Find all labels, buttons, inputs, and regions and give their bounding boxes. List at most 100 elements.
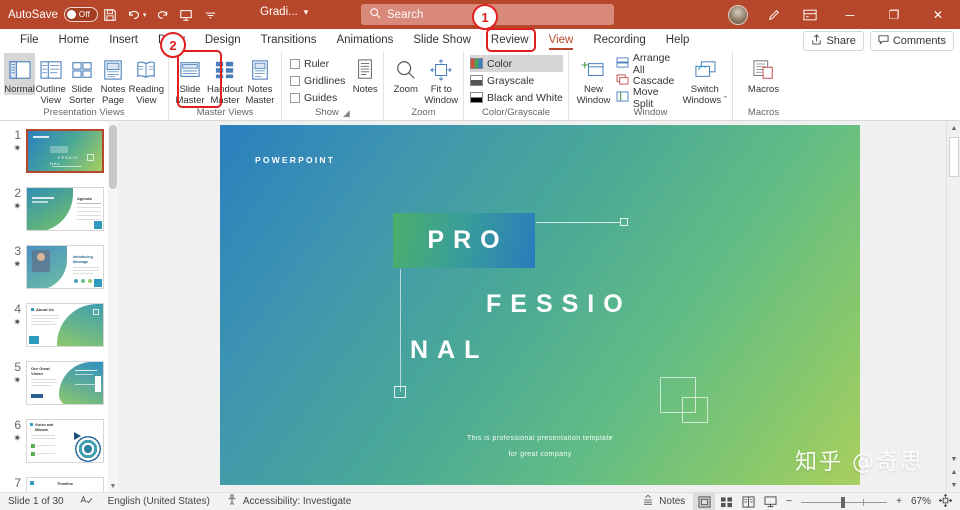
thumbnail-scrollbar[interactable]: ▲ ▼: [108, 121, 118, 492]
thumbnail-number: 3 ✷: [0, 245, 26, 289]
thumbnail-preview[interactable]: About Us: [26, 303, 104, 347]
notes-master-button[interactable]: Notes Master: [243, 53, 277, 106]
slide-counter[interactable]: Slide 1 of 30: [0, 493, 72, 510]
zoom-slider-handle[interactable]: [841, 496, 846, 508]
thumbnail-number-text: 1: [14, 128, 21, 142]
zoom-in-button[interactable]: +: [891, 493, 907, 510]
thumbnail-item-7[interactable]: 7 Timeline: [0, 477, 118, 492]
notes-page-button[interactable]: Notes Page: [97, 53, 128, 106]
normal-view-status-button[interactable]: [693, 492, 716, 510]
autosave-toggle[interactable]: Off: [63, 7, 98, 22]
gridlines-checkbox[interactable]: Gridlines: [290, 72, 345, 89]
vertical-scrollbar-thumb[interactable]: [949, 137, 959, 177]
thumbnail-item-6[interactable]: 6 ✷ Vision and Mission: [0, 419, 118, 463]
undo-icon[interactable]: ▾: [122, 3, 151, 27]
comments-button[interactable]: Comments: [869, 31, 954, 51]
thumbnail-preview[interactable]: Our Great Vision: [26, 361, 104, 405]
slide-sorter-button[interactable]: Slide Sorter: [66, 53, 97, 106]
redo-icon[interactable]: [150, 3, 174, 27]
slide-title-part3[interactable]: NAL: [410, 336, 488, 365]
dialog-launcher-icon[interactable]: ◢: [343, 106, 350, 120]
move-split-button[interactable]: Move Split: [616, 86, 680, 110]
tab-slide-show[interactable]: Slide Show: [403, 29, 481, 51]
tab-recording[interactable]: Recording: [583, 29, 655, 51]
language-status[interactable]: English (United States): [100, 493, 218, 510]
spellcheck-status[interactable]: [72, 493, 100, 510]
customize-qat-icon[interactable]: [198, 3, 222, 27]
chevron-down-icon[interactable]: ˇ: [724, 95, 727, 106]
tab-animations[interactable]: Animations: [326, 29, 403, 51]
zoom-button[interactable]: Zoom: [388, 53, 424, 95]
normal-view-button[interactable]: Normal: [4, 53, 36, 95]
slideshow-status-button[interactable]: [759, 493, 781, 510]
thumbnail-preview[interactable]: Agenda: [26, 187, 104, 231]
new-window-button[interactable]: New Window: [573, 53, 614, 106]
next-slide-button[interactable]: ▼: [947, 478, 960, 492]
ruler-checkbox[interactable]: Ruler: [290, 55, 345, 72]
thumbnail-preview[interactable]: Vision and Mission: [26, 419, 104, 463]
accessibility-status[interactable]: Accessibility: Investigate: [218, 493, 359, 510]
color-option[interactable]: Color: [470, 55, 563, 72]
previous-slide-button[interactable]: ▲: [947, 465, 960, 479]
slide-eyebrow-text[interactable]: POWERPOINT: [255, 155, 335, 165]
slide-title-accent-box[interactable]: PRO: [393, 213, 535, 268]
grayscale-option[interactable]: Grayscale: [470, 72, 563, 89]
zoom-out-button[interactable]: −: [781, 493, 797, 510]
tab-file[interactable]: File: [10, 29, 49, 51]
switch-windows-button[interactable]: Switch Windows ˇ: [682, 53, 729, 106]
watermark-text: 知乎 @奇思: [795, 450, 924, 475]
thumbnail-preview[interactable]: FESSIO NAL: [26, 129, 104, 173]
tab-help[interactable]: Help: [656, 29, 700, 51]
maximize-button[interactable]: ❐: [872, 0, 916, 29]
reading-view-button[interactable]: Reading View: [129, 53, 164, 106]
slide-title-part2[interactable]: FESSIO: [486, 290, 632, 319]
arrange-all-button[interactable]: Arrange All: [616, 52, 680, 76]
thumbnail-item-5[interactable]: 5 ✷ Our Great Vision: [0, 361, 118, 405]
scroll-down-arrow-icon[interactable]: ▼: [947, 452, 960, 466]
thumbnail-preview[interactable]: Timeline: [26, 477, 104, 492]
tab-transitions[interactable]: Transitions: [251, 29, 327, 51]
slide-vertical-scrollbar[interactable]: ▲ ▼ ▲ ▼: [946, 121, 960, 492]
thumbnail-scrollbar-thumb[interactable]: [109, 125, 117, 189]
tab-design[interactable]: Design: [195, 29, 251, 51]
thumbnail-preview[interactable]: Introducing Message: [26, 245, 104, 289]
ribbon-display-options-icon[interactable]: [792, 0, 828, 29]
scroll-down-arrow-icon[interactable]: ▼: [108, 480, 118, 492]
show-checkbox-list: Ruler Gridlines Guides: [290, 53, 345, 106]
grayscale-label: Grayscale: [487, 74, 535, 87]
title-bar-right: ─ ❐ ✕: [720, 0, 960, 29]
slide-canvas[interactable]: POWERPOINT PRO FESSIO NAL This is profes…: [220, 125, 860, 485]
thumbnail-item-1[interactable]: 1 ✷ FESSIO NAL: [0, 129, 118, 173]
pen-icon[interactable]: [756, 0, 792, 29]
share-button[interactable]: Share: [803, 31, 864, 51]
reading-view-status-button[interactable]: [737, 493, 759, 510]
close-button[interactable]: ✕: [916, 0, 960, 29]
slide-thumbnail-pane[interactable]: 1 ✷ FESSIO NAL 2 ✷ Agenda 3 ✷ Introducin…: [0, 121, 118, 492]
thumbnail-item-4[interactable]: 4 ✷ About Us: [0, 303, 118, 347]
macros-button[interactable]: Macros: [739, 53, 789, 95]
user-avatar[interactable]: [720, 0, 756, 29]
chevron-down-icon[interactable]: ▾: [304, 7, 309, 18]
guides-checkbox[interactable]: Guides: [290, 89, 345, 106]
notes-toggle[interactable]: Notes: [634, 493, 693, 510]
tab-home[interactable]: Home: [49, 29, 100, 51]
thumbnail-item-3[interactable]: 3 ✷ Introducing Message: [0, 245, 118, 289]
outline-view-button[interactable]: Outline View: [35, 53, 66, 106]
start-presentation-icon[interactable]: [174, 3, 198, 27]
zoom-level[interactable]: 67%: [907, 493, 935, 510]
slide-sorter-status-button[interactable]: [715, 493, 737, 510]
fit-slide-button[interactable]: [935, 493, 956, 510]
tab-insert[interactable]: Insert: [99, 29, 148, 51]
document-name[interactable]: Gradi... ▾: [260, 6, 308, 18]
slide-subtitle[interactable]: This is professional presentation templa…: [220, 431, 860, 463]
arrange-all-icon: [616, 56, 629, 71]
tab-view[interactable]: View: [539, 29, 584, 51]
minimize-button[interactable]: ─: [828, 0, 872, 29]
zoom-slider[interactable]: [797, 493, 891, 510]
notes-button[interactable]: Notes: [351, 53, 379, 95]
thumbnail-item-2[interactable]: 2 ✷ Agenda: [0, 187, 118, 231]
save-icon[interactable]: [98, 3, 122, 27]
fit-to-window-button[interactable]: Fit to Window: [424, 53, 460, 106]
black-and-white-option[interactable]: Black and White: [470, 89, 563, 106]
scroll-up-arrow-icon[interactable]: ▲: [947, 121, 960, 135]
